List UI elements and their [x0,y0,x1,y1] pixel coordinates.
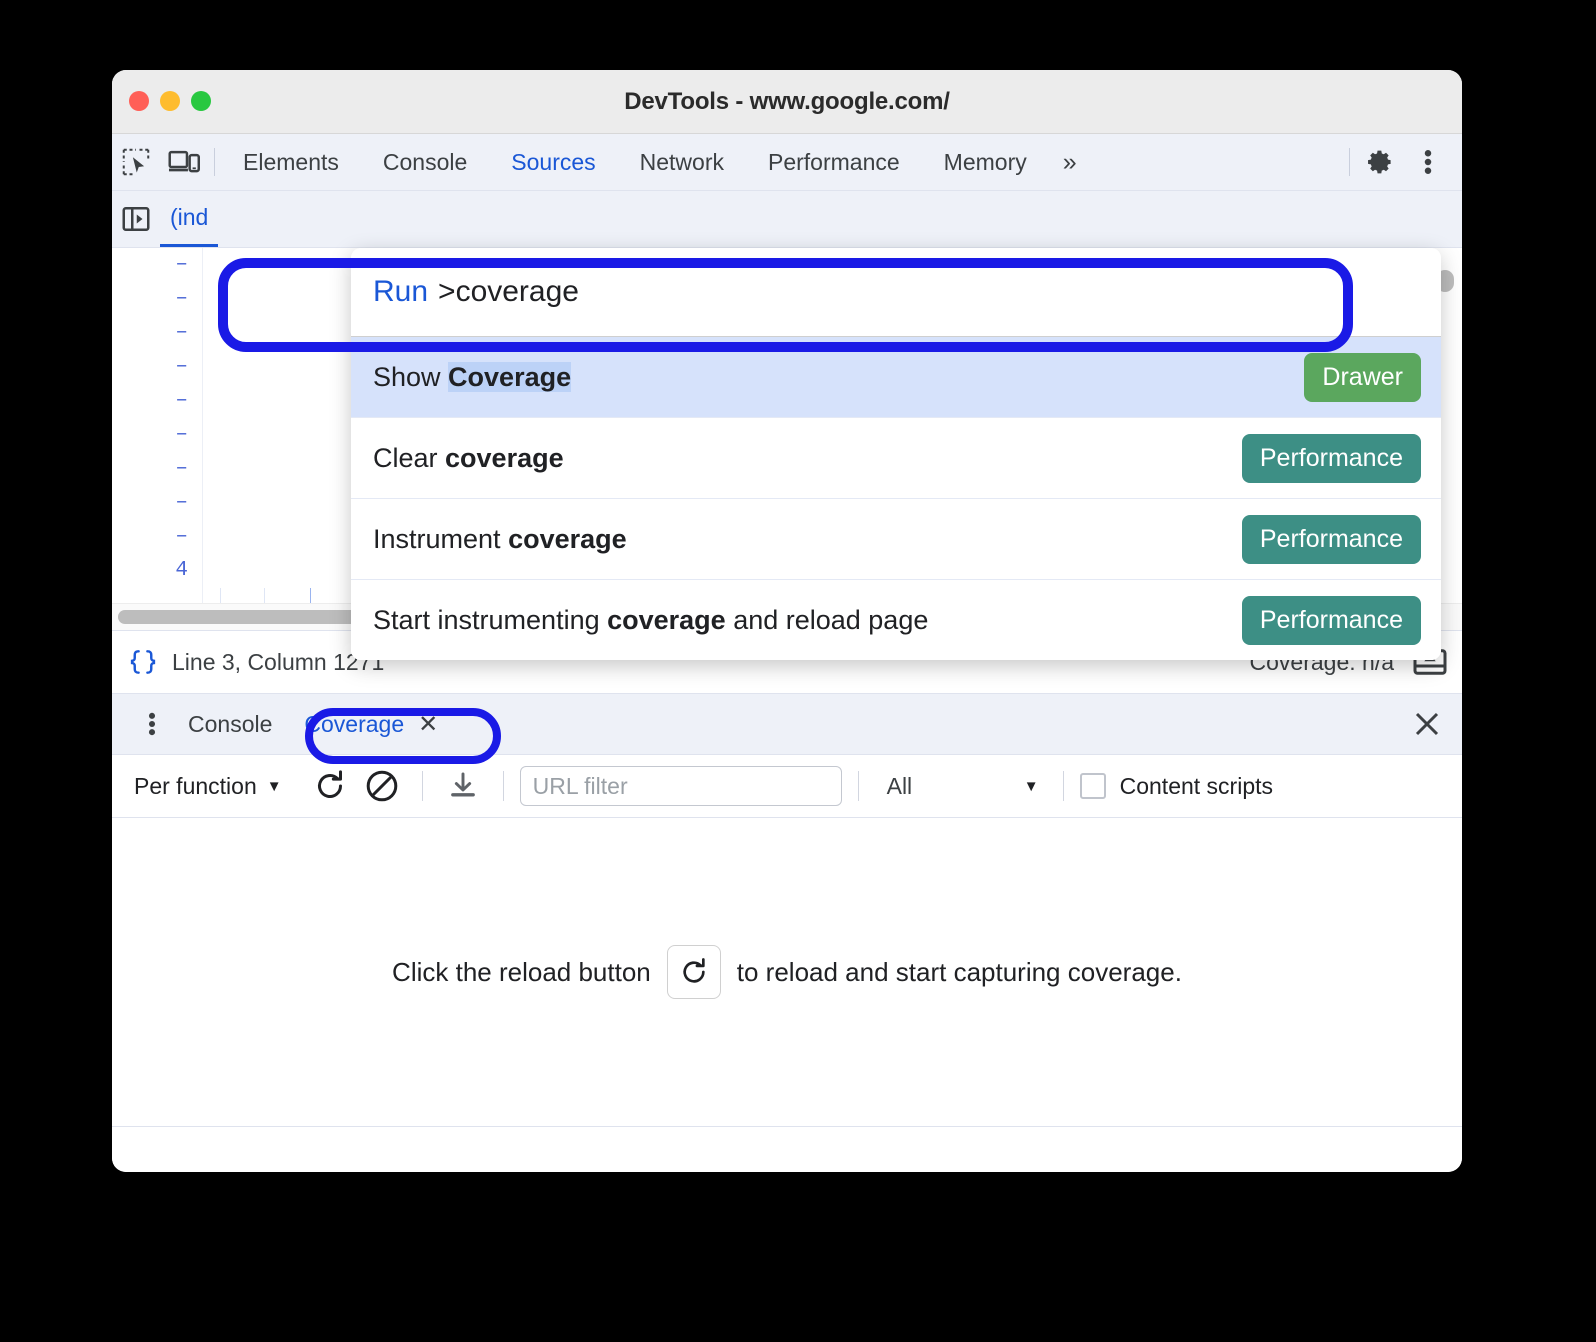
gutter-line: – [175,389,188,412]
screenshot-root: DevTools - www.google.com/ Elements Cons… [0,0,1596,1342]
command-palette-query-row[interactable]: Run >coverage [351,248,1441,336]
gutter-line: – [175,457,188,480]
coverage-empty-message-after: to reload and start capturing coverage. [736,956,1182,987]
coverage-toolbar-divider [421,771,423,801]
item-match: Coverage [448,361,572,392]
coverage-footer [112,1127,1462,1172]
coverage-empty-message: Click the reload button to reload and st… [392,945,1182,999]
item-prefix: Clear [373,442,446,473]
gutter-line: – [175,321,188,344]
gutter-line: – [175,355,188,378]
item-match: coverage [445,442,564,473]
tabbar-right-controls [1343,138,1462,186]
coverage-type-filter-label: All [886,772,913,799]
devtools-window: DevTools - www.google.com/ Elements Cons… [112,70,1462,1172]
item-match: coverage [508,523,627,554]
url-filter-input[interactable]: URL filter [519,766,842,806]
toolbar-divider [214,148,215,176]
coverage-export-button[interactable] [439,762,487,810]
tab-elements[interactable]: Elements [221,134,361,190]
chevron-down-icon-2: ▼ [1023,777,1039,795]
chevron-down-icon: ▼ [266,777,282,795]
command-palette: Run >coverage Show Coverage Drawer Clear… [351,248,1441,660]
coverage-type-filter-select[interactable]: All ▼ [875,773,1047,800]
tab-console[interactable]: Console [361,134,489,190]
coverage-reload-button[interactable] [306,762,354,810]
gutter-line: – [175,525,188,548]
tab-performance[interactable]: Performance [746,134,922,190]
gutter-line: – [175,253,188,276]
drawer-tab-coverage[interactable]: Coverage ✕ [288,702,454,746]
coverage-toolbar: Per function ▼ URL filter All ▼ Content … [112,755,1462,818]
tab-sources[interactable]: Sources [489,134,617,190]
traffic-lights [129,91,211,111]
drawer-tab-console[interactable]: Console [172,702,288,746]
coverage-toolbar-divider-2 [502,771,504,801]
item-prefix: Show [373,361,449,392]
inline-reload-icon[interactable] [666,945,721,999]
maximize-window-button[interactable] [191,91,211,111]
command-palette-item-label: Instrument coverage [373,524,627,555]
item-suffix: and reload page [725,604,929,635]
command-palette-results: Show Coverage Drawer Clear coverage Perf… [351,336,1441,660]
coverage-granularity-select[interactable]: Per function ▼ [128,773,288,800]
command-palette-mode-label: Run [373,275,429,308]
drawer-close-button[interactable] [1412,709,1462,739]
item-prefix: Instrument [373,523,509,554]
tab-network[interactable]: Network [618,134,746,190]
url-filter-placeholder: URL filter [532,772,628,799]
tab-memory[interactable]: Memory [922,134,1049,190]
file-tab-index[interactable]: (ind [160,191,219,247]
command-palette-item-badge: Drawer [1304,352,1421,402]
toolbar-divider-right [1349,148,1350,176]
coverage-granularity-label: Per function [134,772,257,799]
coverage-empty-state: Click the reload button to reload and st… [112,818,1462,1127]
device-toolbar-icon[interactable] [160,138,208,186]
gutter-line: – [175,491,188,514]
command-palette-item-start-instrumenting-coverage[interactable]: Start instrumenting coverage and reload … [351,579,1441,660]
command-palette-item-badge: Performance [1241,595,1421,645]
command-palette-item-label: Clear coverage [373,443,564,474]
item-match: coverage [607,604,726,635]
command-palette-item-label: Show Coverage [373,361,572,393]
inspect-element-icon[interactable] [112,138,160,186]
coverage-toolbar-divider-4 [1062,771,1064,801]
content-scripts-label: Content scripts [1119,772,1274,799]
gutter-line: – [175,287,188,310]
command-palette-item-instrument-coverage[interactable]: Instrument coverage Performance [351,498,1441,579]
close-window-button[interactable] [129,91,149,111]
item-prefix: Start instrumenting [373,604,608,635]
coverage-clear-button[interactable] [358,762,406,810]
show-navigator-icon[interactable] [112,195,160,243]
command-palette-item-badge: Performance [1241,514,1421,564]
pretty-print-icon[interactable] [126,647,160,677]
drawer-tabbar: Console Coverage ✕ [112,694,1462,755]
content-scripts-checkbox[interactable] [1079,773,1106,799]
command-palette-item-clear-coverage[interactable]: Clear coverage Performance [351,417,1441,498]
coverage-empty-message-before: Click the reload button [392,956,651,987]
command-palette-input[interactable]: >coverage [438,275,579,309]
window-title: DevTools - www.google.com/ [624,87,950,115]
devtools-main-tabbar: Elements Console Sources Network Perform… [112,134,1462,191]
more-tabs-icon[interactable]: » [1049,134,1091,190]
command-palette-item-badge: Performance [1241,433,1421,483]
drawer-tab-coverage-label: Coverage [304,710,405,737]
panel-tabs: Elements Console Sources Network Perform… [221,134,1091,190]
gutter-line-current: 4 [175,559,188,582]
settings-gear-icon[interactable] [1356,138,1404,186]
drawer-more-options-icon[interactable] [132,710,172,738]
gutter-line: – [175,423,188,446]
coverage-toolbar-divider-3 [857,771,859,801]
command-palette-item-show-coverage[interactable]: Show Coverage Drawer [351,336,1441,417]
more-options-icon[interactable] [1404,138,1452,186]
minimize-window-button[interactable] [160,91,180,111]
command-palette-item-label: Start instrumenting coverage and reload … [373,605,928,636]
window-titlebar: DevTools - www.google.com/ [112,70,1462,134]
close-coverage-tab-icon[interactable]: ✕ [418,710,438,739]
line-number-gutter: – – – – – – – – – 4 – [112,248,203,630]
content-scripts-checkbox-wrap[interactable]: Content scripts [1079,772,1274,800]
sources-file-tabbar: (ind [112,191,1462,248]
